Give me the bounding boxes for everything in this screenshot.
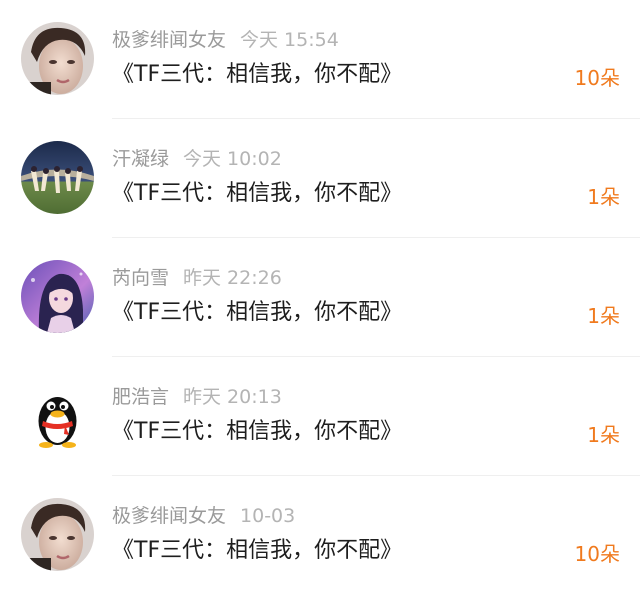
username[interactable]: 极爹绯闻女友 bbox=[112, 505, 226, 527]
flower-count: 10朵 bbox=[574, 66, 620, 90]
work-title[interactable]: 《TF三代：相信我，你不配》 bbox=[112, 296, 402, 330]
flower-count: 1朵 bbox=[587, 423, 620, 447]
comment-meta: 极爹绯闻女友 10-03 bbox=[112, 503, 295, 529]
comment-meta: 汗凝绿 今天 10:02 bbox=[112, 146, 282, 172]
qq-penguin-avatar[interactable] bbox=[21, 379, 94, 452]
work-title[interactable]: 《TF三代：相信我，你不配》 bbox=[112, 534, 402, 568]
timestamp: 10-03 bbox=[240, 505, 296, 527]
timestamp: 今天 15:54 bbox=[240, 29, 339, 51]
comment-meta: 极爹绯闻女友 今天 15:54 bbox=[112, 27, 339, 53]
list-item[interactable]: 极爹绯闻女友 10-03 《TF三代：相信我，你不配》 10朵 bbox=[0, 476, 640, 595]
group-photo-avatar[interactable] bbox=[21, 141, 94, 214]
username[interactable]: 肥浩言 bbox=[112, 386, 169, 408]
portrait-avatar[interactable] bbox=[21, 498, 94, 571]
comment-meta: 肥浩言 昨天 20:13 bbox=[112, 384, 282, 410]
list-item[interactable]: 极爹绯闻女友 今天 15:54 《TF三代：相信我，你不配》 10朵 bbox=[0, 0, 640, 119]
portrait-avatar[interactable] bbox=[21, 22, 94, 95]
list-item[interactable]: 芮向雪 昨天 22:26 《TF三代：相信我，你不配》 1朵 bbox=[0, 238, 640, 357]
flower-count: 1朵 bbox=[587, 185, 620, 209]
flower-count: 1朵 bbox=[587, 304, 620, 328]
anime-girl-avatar[interactable] bbox=[21, 260, 94, 333]
username[interactable]: 芮向雪 bbox=[112, 267, 169, 289]
list-item[interactable]: 肥浩言 昨天 20:13 《TF三代：相信我，你不配》 1朵 bbox=[0, 357, 640, 476]
flower-count: 10朵 bbox=[574, 542, 620, 566]
work-title[interactable]: 《TF三代：相信我，你不配》 bbox=[112, 58, 402, 92]
gift-list: 极爹绯闻女友 今天 15:54 《TF三代：相信我，你不配》 10朵 汗凝绿 今… bbox=[0, 0, 640, 610]
username[interactable]: 汗凝绿 bbox=[112, 148, 169, 170]
work-title[interactable]: 《TF三代：相信我，你不配》 bbox=[112, 415, 402, 449]
timestamp: 昨天 22:26 bbox=[183, 267, 282, 289]
timestamp: 今天 10:02 bbox=[183, 148, 282, 170]
work-title[interactable]: 《TF三代：相信我，你不配》 bbox=[112, 177, 402, 211]
list-item[interactable]: 汗凝绿 今天 10:02 《TF三代：相信我，你不配》 1朵 bbox=[0, 119, 640, 238]
username[interactable]: 极爹绯闻女友 bbox=[112, 29, 226, 51]
comment-meta: 芮向雪 昨天 22:26 bbox=[112, 265, 282, 291]
timestamp: 昨天 20:13 bbox=[183, 386, 282, 408]
